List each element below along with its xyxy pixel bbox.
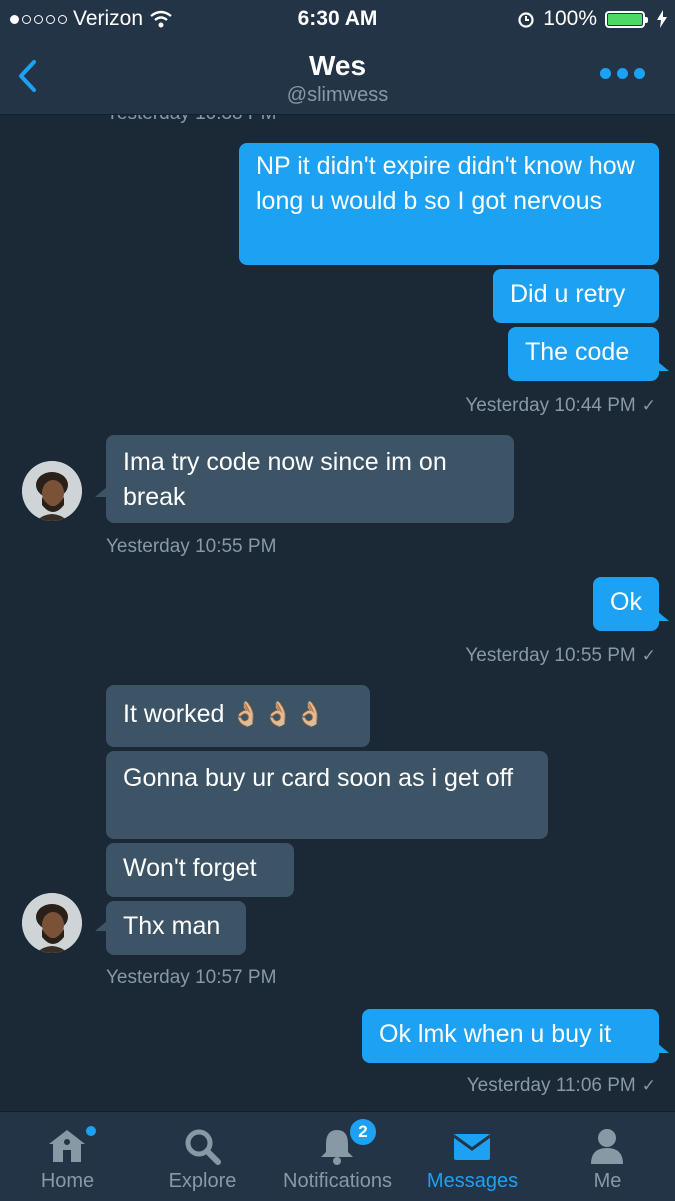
message-incoming[interactable]: Gonna buy ur card soon as i get off bbox=[106, 751, 548, 839]
more-options-icon[interactable] bbox=[600, 68, 645, 79]
envelope-icon bbox=[453, 1134, 491, 1160]
message-outgoing[interactable]: NP it didn't expire didn't know how long… bbox=[239, 143, 659, 265]
bubble-tail bbox=[657, 611, 669, 621]
alarm-icon bbox=[518, 12, 534, 28]
battery-icon bbox=[605, 10, 648, 28]
timestamp: Yesterday 10:44 PM ✓ bbox=[465, 395, 656, 416]
timestamp: Yesterday 10:57 PM bbox=[106, 967, 277, 988]
timestamp: Yesterday 10:55 PM bbox=[106, 536, 277, 557]
tab-bar: Home Explore 2 Notifications Messages Me bbox=[0, 1111, 675, 1201]
tab-messages[interactable]: Messages bbox=[405, 1112, 540, 1201]
tab-label: Me bbox=[593, 1170, 622, 1192]
message-outgoing[interactable]: Ok lmk when u buy it bbox=[362, 1009, 659, 1063]
read-check-icon: ✓ bbox=[641, 1076, 656, 1095]
contact-name[interactable]: Wes bbox=[0, 50, 675, 82]
tab-home[interactable]: Home bbox=[0, 1112, 135, 1201]
message-incoming[interactable]: Won't forget bbox=[106, 843, 294, 897]
message-outgoing[interactable]: Did u retry bbox=[493, 269, 659, 323]
bubble-tail bbox=[95, 921, 107, 931]
bubble-tail bbox=[95, 487, 107, 497]
charging-icon bbox=[657, 10, 667, 28]
tab-label: Explore bbox=[168, 1170, 237, 1192]
bubble-tail bbox=[657, 1043, 669, 1053]
ok-hand-emoji: 👌🏼👌🏼👌🏼 bbox=[231, 701, 328, 728]
tab-label: Home bbox=[40, 1170, 95, 1192]
contact-handle: @slimwess bbox=[286, 84, 389, 106]
timestamp-partial: Yesterday 10:38 PM bbox=[106, 115, 276, 125]
home-icon bbox=[49, 1130, 85, 1162]
message-incoming[interactable]: It worked 👌🏼👌🏼👌🏼 bbox=[106, 685, 370, 747]
message-incoming[interactable]: Ima try code now since im on break bbox=[106, 435, 514, 523]
status-bar: Verizon 6:30 AM 100% bbox=[0, 0, 675, 38]
status-right: 100% bbox=[517, 7, 667, 31]
new-content-dot bbox=[86, 1126, 96, 1136]
person-icon bbox=[591, 1129, 623, 1164]
avatar[interactable] bbox=[22, 461, 82, 521]
message-incoming[interactable]: Thx man bbox=[106, 901, 246, 955]
timestamp: Yesterday 11:06 PM ✓ bbox=[466, 1075, 656, 1096]
tab-label: Notifications bbox=[283, 1170, 392, 1192]
read-check-icon: ✓ bbox=[641, 646, 656, 665]
avatar[interactable] bbox=[22, 893, 82, 953]
tab-explore[interactable]: Explore bbox=[135, 1112, 270, 1201]
search-icon bbox=[185, 1129, 221, 1165]
tab-notifications[interactable]: 2 Notifications bbox=[270, 1112, 405, 1201]
battery-label: 100% bbox=[543, 7, 597, 30]
bubble-tail bbox=[657, 361, 669, 371]
message-outgoing[interactable]: The code bbox=[508, 327, 659, 381]
message-thread[interactable]: Yesterday 10:38 PM NP it didn't expire d… bbox=[0, 115, 675, 1111]
timestamp: Yesterday 10:55 PM ✓ bbox=[465, 645, 656, 666]
read-check-icon: ✓ bbox=[641, 396, 656, 415]
tab-me[interactable]: Me bbox=[540, 1112, 675, 1201]
tab-label: Messages bbox=[426, 1170, 519, 1192]
notification-badge: 2 bbox=[348, 1117, 378, 1147]
message-text: It worked bbox=[123, 700, 225, 728]
message-outgoing[interactable]: Ok bbox=[593, 577, 659, 631]
conversation-header: Wes @slimwess bbox=[0, 38, 675, 115]
